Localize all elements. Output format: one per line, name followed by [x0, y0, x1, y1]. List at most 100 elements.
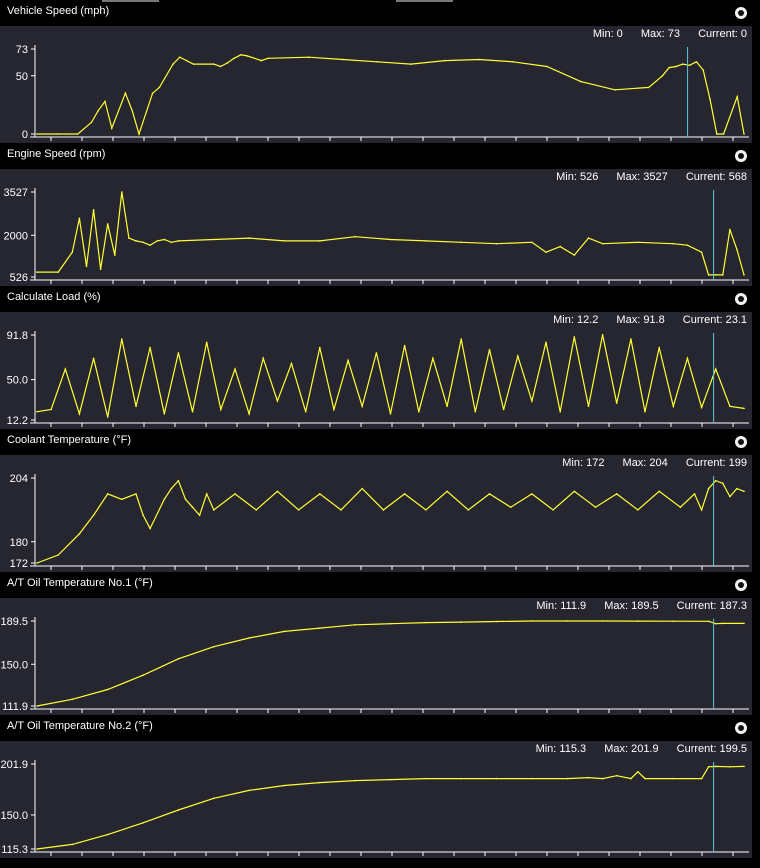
data-point [410, 63, 412, 65]
data-point [688, 64, 691, 67]
plot-1: 3527 2000 526 [4, 187, 749, 284]
y-tick-label: 91.8 [7, 330, 28, 342]
data-point [707, 766, 710, 768]
data-point [142, 822, 144, 824]
data-point [630, 338, 632, 340]
record-button[interactable] [735, 293, 747, 305]
data-point [135, 493, 137, 495]
data-point [276, 490, 279, 493]
stat-min: Min: 526 [556, 171, 599, 183]
data-point [573, 336, 576, 338]
data-point [630, 777, 632, 780]
data-point [675, 65, 677, 68]
data-point [177, 479, 180, 482]
data-point [106, 416, 109, 418]
data-point [488, 493, 491, 495]
data-point [495, 242, 498, 245]
data-point [587, 405, 590, 408]
record-button[interactable] [735, 150, 747, 162]
data-point [234, 368, 236, 370]
data-point [389, 238, 392, 241]
data-point [149, 346, 151, 349]
stat-current: Current: 568 [685, 171, 747, 183]
panel-engine-speed: Engine Speed (rpm) 3527 2000 526 Min: 526 … [0, 143, 760, 286]
record-button[interactable] [735, 7, 747, 19]
data-point [124, 92, 127, 94]
data-point [682, 63, 684, 65]
y-tick-label: 50.0 [7, 375, 28, 387]
plot-3: 204 180 172 [10, 473, 749, 570]
data-point [573, 254, 576, 256]
data-point [106, 493, 109, 495]
chart-area: 91.8 50.0 12.2 Min: 12.2 Max: 91.8 Current… [0, 312, 752, 429]
data-point [255, 509, 257, 511]
data-point [340, 509, 342, 511]
data-point [488, 348, 491, 351]
data-point [743, 765, 745, 768]
data-point [722, 482, 724, 485]
stat-min: Min: 115.3 [535, 743, 587, 755]
data-point [743, 622, 745, 625]
data-point [668, 66, 670, 69]
chart-area: 189.5 150.0 111.9 Min: 111.9 Max: 189.5 Cu… [0, 598, 752, 715]
panel-calculate-load: Calculate Load (%) 91.8 50.0 12.2 Min: 12.… [0, 286, 760, 429]
panel-title: A/T Oil Temperature No.2 (°F) [7, 720, 153, 732]
data-point [56, 133, 59, 135]
record-button[interactable] [735, 436, 747, 448]
data-point [566, 777, 569, 780]
data-point [743, 133, 745, 135]
data-point [658, 490, 660, 493]
data-point [729, 228, 731, 231]
data-point [36, 848, 38, 850]
data-point [736, 95, 738, 98]
data-point [213, 797, 215, 800]
data-point [361, 487, 364, 490]
data-point [213, 645, 215, 648]
data-point [559, 410, 561, 413]
y-tick-label: 526 [10, 272, 28, 284]
data-point [240, 54, 242, 56]
data-point [587, 776, 590, 779]
data-point [121, 498, 123, 501]
data-point [601, 242, 604, 245]
record-button[interactable] [735, 579, 747, 591]
data-point [460, 241, 463, 244]
data-point [142, 241, 144, 244]
data-point [361, 405, 364, 408]
data-point [446, 405, 448, 408]
data-point [78, 533, 81, 535]
data-point [290, 362, 293, 365]
data-point [319, 627, 321, 629]
data-point [661, 75, 664, 77]
record-button[interactable] [735, 722, 747, 734]
data-point [587, 237, 590, 239]
data-point [114, 254, 116, 256]
y-tick-label: 150.0 [0, 659, 28, 671]
data-point [615, 402, 618, 404]
panel-title: A/T Oil Temperature No.1 (°F) [7, 577, 153, 589]
data-point [700, 406, 703, 409]
data-point [342, 58, 344, 61]
data-point [644, 777, 646, 780]
data-point [502, 408, 505, 411]
data-point [283, 240, 286, 242]
data-point [276, 400, 279, 402]
y-tick-label: 12.2 [7, 415, 28, 427]
data-point [111, 127, 113, 129]
y-tick-label: 111.9 [2, 701, 28, 713]
y-tick-label: 2000 [4, 230, 28, 242]
series-line [37, 54, 745, 137]
data-point [248, 789, 250, 792]
data-point [695, 61, 698, 63]
data-point [580, 80, 582, 83]
data-point [135, 405, 137, 408]
data-point [375, 352, 378, 354]
y-tick-label: 180 [10, 537, 28, 549]
data-point [425, 240, 427, 242]
data-point [92, 514, 95, 516]
data-point [686, 244, 689, 246]
data-point [714, 765, 717, 768]
data-point [382, 509, 385, 511]
data-point [177, 240, 180, 242]
data-point [637, 241, 639, 244]
